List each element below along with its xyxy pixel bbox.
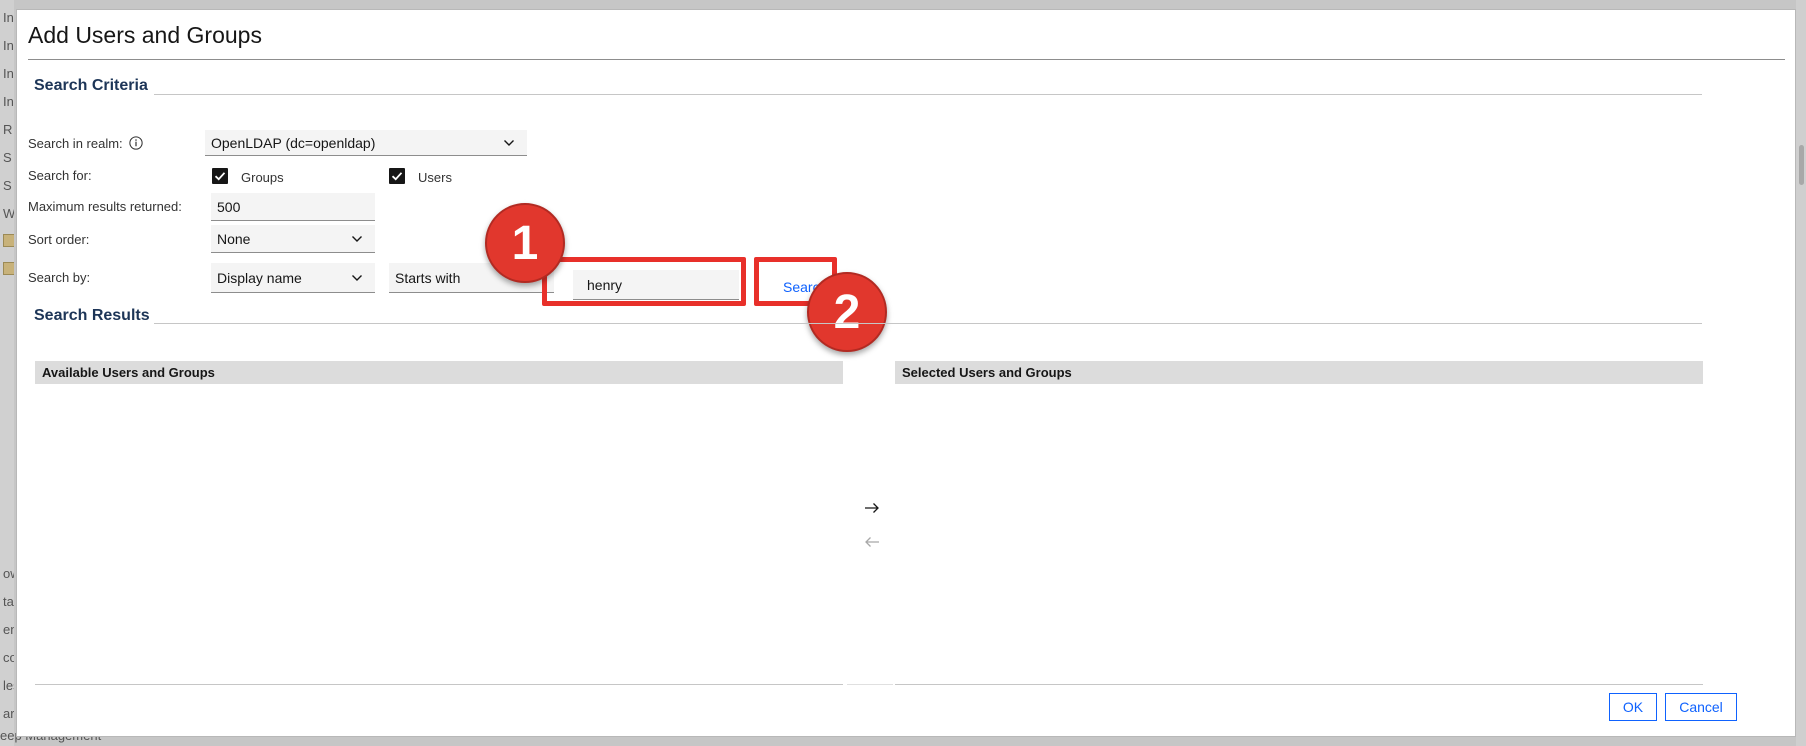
list-divider	[847, 684, 893, 685]
ok-button[interactable]: OK	[1609, 693, 1657, 721]
title-divider	[28, 59, 1785, 60]
background-text: S	[3, 178, 12, 193]
checkmark-icon	[391, 172, 403, 181]
max-results-label: Maximum results returned:	[28, 199, 182, 214]
realm-label: Search in realm:	[28, 136, 123, 151]
background-text: S	[3, 150, 12, 165]
sort-order-value: None	[217, 230, 251, 247]
background-text: ta	[3, 594, 14, 609]
realm-select-value: OpenLDAP (dc=openldap)	[211, 134, 376, 151]
search-by-label: Search by:	[28, 270, 91, 285]
groups-label: Groups	[241, 170, 284, 185]
scrollbar-thumb[interactable]	[1799, 145, 1804, 185]
arrow-left-icon[interactable]	[864, 536, 880, 548]
available-users-list[interactable]	[35, 384, 843, 685]
background-text: In	[3, 94, 14, 109]
folder-icon	[3, 234, 14, 247]
background-text: R	[3, 122, 13, 137]
users-label: Users	[418, 170, 452, 185]
selected-users-list[interactable]	[895, 384, 1703, 685]
search-results-divider	[154, 323, 1702, 324]
sort-order-label: Sort order:	[28, 232, 90, 247]
search-by-select[interactable]: Display name	[211, 263, 375, 293]
add-users-groups-dialog: Add Users and Groups Search Criteria Sea…	[16, 9, 1796, 737]
step-marker-2: 2	[807, 272, 887, 352]
search-by-value: Display name	[217, 269, 302, 286]
chevron-down-icon	[504, 139, 514, 146]
sort-order-select[interactable]: None	[211, 225, 375, 253]
match-type-value: Starts with	[395, 269, 461, 286]
chevron-down-icon	[352, 235, 362, 242]
background-sidebar: In In In In R S S W ow ta en co les ar	[0, 0, 14, 746]
background-text: en	[3, 622, 14, 637]
background-text: les	[3, 678, 14, 693]
highlight-box-search-text	[542, 257, 746, 306]
background-text: co	[3, 650, 14, 665]
available-list-header: Available Users and Groups	[35, 361, 843, 384]
background-text: ar	[3, 706, 14, 721]
background-text: W	[3, 206, 14, 221]
folder-icon	[3, 262, 14, 275]
search-results-title: Search Results	[34, 307, 150, 324]
background-text: In	[3, 38, 14, 53]
step-marker-1: 1	[485, 203, 565, 283]
max-results-value: 500	[217, 198, 241, 215]
background-text: In	[3, 10, 14, 25]
max-results-input[interactable]: 500	[211, 193, 375, 221]
background-text: In	[3, 66, 14, 81]
users-checkbox[interactable]	[389, 168, 405, 184]
arrow-right-icon[interactable]	[864, 502, 880, 514]
realm-select[interactable]: OpenLDAP (dc=openldap)	[205, 130, 527, 156]
groups-checkbox[interactable]	[212, 168, 228, 184]
search-for-label: Search for:	[28, 168, 92, 183]
search-criteria-divider	[154, 94, 1702, 95]
dialog-title: Add Users and Groups	[28, 22, 262, 48]
checkmark-icon	[214, 172, 226, 181]
selected-list-header: Selected Users and Groups	[895, 361, 1703, 384]
search-criteria-title: Search Criteria	[34, 77, 148, 94]
info-icon[interactable]	[129, 136, 143, 150]
cancel-button[interactable]: Cancel	[1665, 693, 1737, 721]
background-text: ow	[3, 566, 14, 581]
chevron-down-icon	[352, 274, 362, 281]
background-scrollbar	[1796, 0, 1806, 746]
